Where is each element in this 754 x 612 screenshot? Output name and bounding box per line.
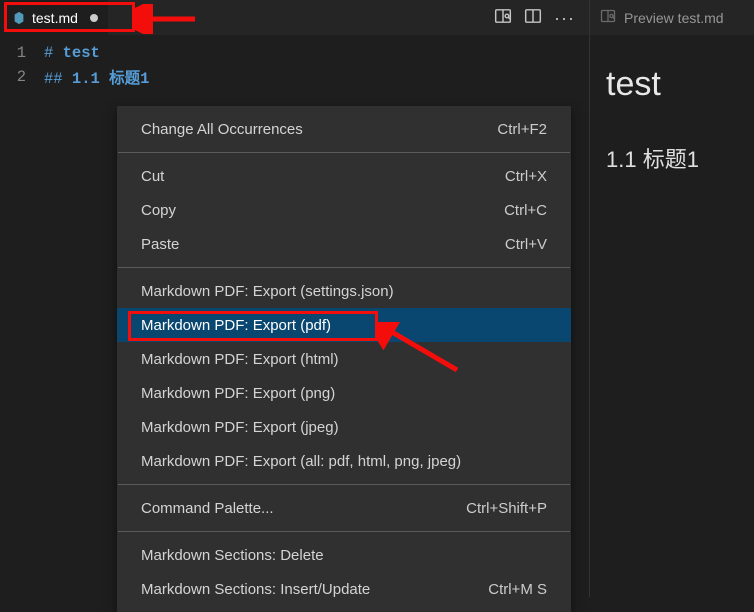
menu-item-label: Paste [141,236,179,253]
modified-indicator-icon [90,14,98,22]
menu-export-html[interactable]: Markdown PDF: Export (html) [117,342,571,376]
preview-tab-label[interactable]: Preview test.md [624,10,724,26]
preview-icon [600,8,616,27]
line-number: 1 [0,44,44,62]
menu-item-label: Command Palette... [141,500,274,517]
menu-export-png[interactable]: Markdown PDF: Export (png) [117,376,571,410]
file-tab-label: test.md [32,10,78,26]
menu-item-shortcut: Ctrl+F2 [497,121,547,138]
menu-export-settings-json[interactable]: Markdown PDF: Export (settings.json) [117,274,571,308]
menu-sections-delete[interactable]: Markdown Sections: Delete [117,538,571,572]
editor-tab-actions: ··· [494,7,589,28]
more-actions-icon[interactable]: ··· [554,9,575,27]
menu-item-shortcut: Ctrl+M S [488,581,547,598]
menu-item-label: Cut [141,168,164,185]
menu-command-palette[interactable]: Command Palette... Ctrl+Shift+P [117,491,571,525]
menu-item-label: Markdown PDF: Export (png) [141,385,335,402]
menu-paste[interactable]: Paste Ctrl+V [117,227,571,261]
split-editor-icon[interactable] [524,7,542,28]
menu-separator [118,152,570,153]
editor-line: 2 ## 1.1 标题1 [0,65,589,89]
menu-export-all[interactable]: Markdown PDF: Export (all: pdf, html, pn… [117,444,571,478]
menu-item-shortcut: Ctrl+Shift+P [466,500,547,517]
editor-line: 1 # test [0,41,589,65]
file-tab[interactable]: test.md [0,0,108,35]
open-preview-side-icon[interactable] [494,7,512,28]
menu-item-shortcut: Ctrl+C [504,202,547,219]
menu-sections-insert-update[interactable]: Markdown Sections: Insert/Update Ctrl+M … [117,572,571,606]
menu-item-label: Markdown PDF: Export (settings.json) [141,283,394,300]
menu-change-all-occurrences[interactable]: Change All Occurrences Ctrl+F2 [117,112,571,146]
preview-h1: test [606,65,734,104]
line-content: # test [44,44,100,62]
menu-separator [118,267,570,268]
preview-h2: 1.1 标题1 [606,142,734,174]
context-menu: Change All Occurrences Ctrl+F2 Cut Ctrl+… [117,106,571,612]
menu-item-label: Copy [141,202,176,219]
menu-item-label: Markdown PDF: Export (html) [141,351,339,368]
line-number: 2 [0,68,44,86]
preview-content: test 1.1 标题1 [590,35,754,194]
menu-item-label: Markdown Sections: Delete [141,547,324,564]
menu-item-shortcut: Ctrl+X [505,168,547,185]
menu-cut[interactable]: Cut Ctrl+X [117,159,571,193]
line-content: ## 1.1 标题1 [44,66,149,88]
menu-item-label: Change All Occurrences [141,121,303,138]
menu-export-pdf[interactable]: Markdown PDF: Export (pdf) [117,308,571,342]
preview-panel: Preview test.md test 1.1 标题1 [590,0,754,597]
menu-item-label: Markdown PDF: Export (all: pdf, html, pn… [141,453,461,470]
menu-export-jpeg[interactable]: Markdown PDF: Export (jpeg) [117,410,571,444]
menu-item-label: Markdown Sections: Insert/Update [141,581,370,598]
menu-copy[interactable]: Copy Ctrl+C [117,193,571,227]
menu-item-label: Markdown PDF: Export (pdf) [141,317,331,334]
menu-separator [118,531,570,532]
menu-item-label: Markdown PDF: Export (jpeg) [141,419,339,436]
preview-tab-bar: Preview test.md [590,0,754,35]
menu-item-shortcut: Ctrl+V [505,236,547,253]
menu-separator [118,484,570,485]
editor-body[interactable]: 1 # test 2 ## 1.1 标题1 [0,35,589,89]
markdown-file-icon [12,11,26,25]
editor-tab-bar: test.md ··· [0,0,589,35]
